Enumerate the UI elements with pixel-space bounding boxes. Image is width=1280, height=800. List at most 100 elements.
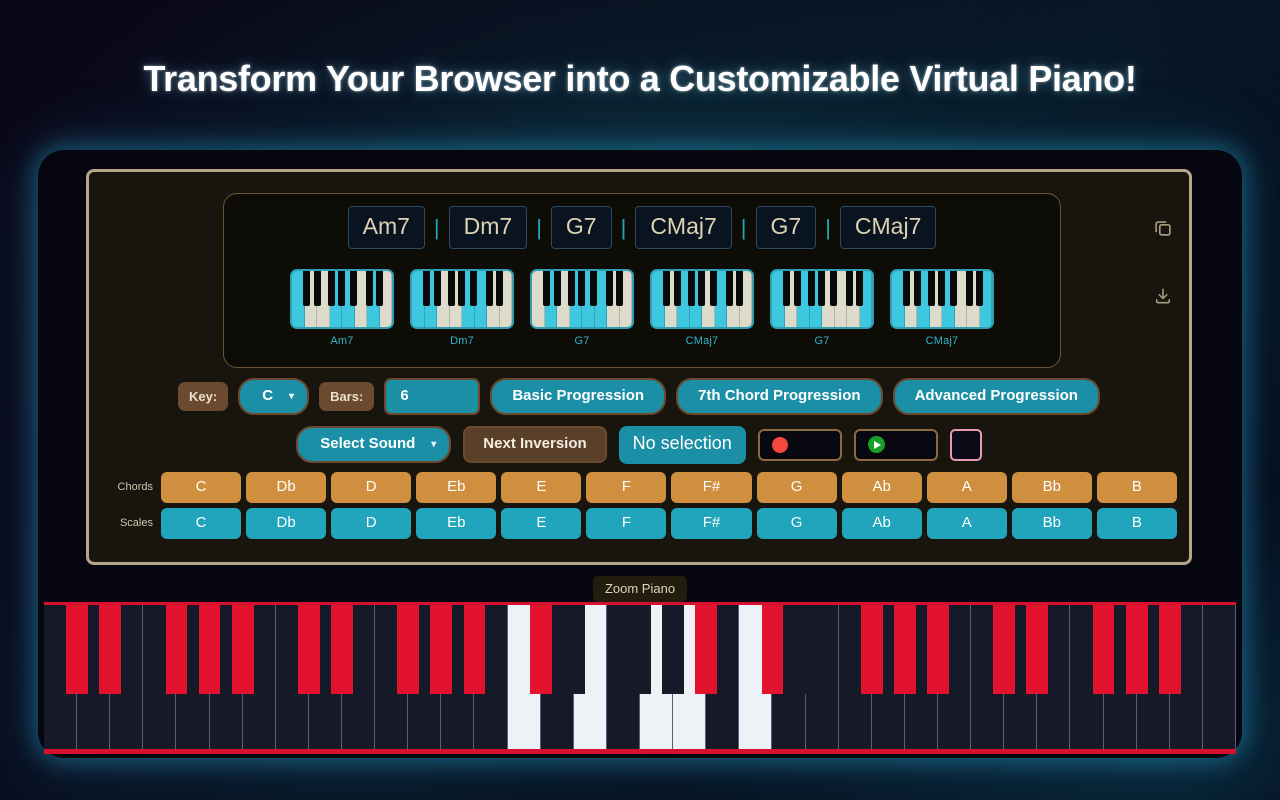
chords-note-button[interactable]: Bb — [1011, 472, 1092, 503]
chords-note-button[interactable]: A — [926, 472, 1007, 503]
chords-note-button[interactable]: F — [586, 472, 667, 503]
play-button[interactable] — [853, 428, 938, 461]
scales-note-button[interactable]: Db — [246, 508, 327, 539]
mini-black-key — [725, 271, 733, 306]
chords-row-label: Chords — [117, 481, 153, 493]
mini-black-key — [709, 271, 717, 306]
piano-black-key[interactable] — [562, 605, 585, 695]
zoom-piano-button[interactable]: Zoom Piano — [592, 576, 688, 602]
record-button[interactable] — [757, 428, 842, 461]
scales-note-button[interactable]: A — [926, 508, 1007, 539]
mini-keyboard-keys — [650, 269, 754, 329]
chords-note-button[interactable]: D — [331, 472, 412, 503]
chords-note-button[interactable]: Db — [246, 472, 327, 503]
piano-black-key[interactable] — [993, 605, 1016, 695]
scales-note-button[interactable]: F# — [671, 508, 752, 539]
chord-mini-keyboard[interactable]: CMaj7 — [890, 269, 994, 347]
chord-name[interactable]: G7 — [550, 206, 612, 249]
chord-name[interactable]: CMaj7 — [635, 206, 732, 249]
piano-white-key[interactable] — [1202, 605, 1236, 749]
scales-note-button[interactable]: Bb — [1011, 508, 1092, 539]
scales-note-button[interactable]: E — [501, 508, 582, 539]
piano-black-key[interactable] — [463, 605, 486, 695]
piano-black-key[interactable] — [1158, 605, 1181, 695]
piano-black-key[interactable] — [893, 605, 916, 695]
piano-black-key[interactable] — [695, 605, 718, 695]
piano-black-key[interactable] — [99, 605, 122, 695]
piano-black-key[interactable] — [297, 605, 320, 695]
chords-note-button[interactable]: C — [161, 472, 242, 503]
mini-black-key — [458, 271, 466, 306]
select-sound-dropdown[interactable]: Select Sound ▾ — [296, 426, 452, 464]
scales-note-button[interactable]: G — [756, 508, 837, 539]
scales-note-button[interactable]: C — [161, 508, 242, 539]
next-inversion-button[interactable]: Next Inversion — [463, 426, 607, 464]
chords-note-button[interactable]: G — [756, 472, 837, 503]
piano-black-key[interactable] — [761, 605, 784, 695]
chord-mini-keyboard[interactable]: Dm7 — [410, 269, 514, 347]
scales-note-button[interactable]: B — [1096, 508, 1177, 539]
piano-black-key[interactable] — [1092, 605, 1115, 695]
chord-mini-keyboard[interactable]: G7 — [770, 269, 874, 347]
chords-note-button[interactable]: F# — [671, 472, 752, 503]
piano-black-key[interactable] — [927, 605, 949, 695]
chord-mini-keyboard[interactable]: CMaj7 — [650, 269, 754, 347]
key-select[interactable]: C ▾ — [238, 378, 310, 415]
chord-mini-keyboard[interactable]: Am7 — [290, 269, 394, 347]
piano-black-key[interactable] — [397, 605, 420, 695]
main-piano-keyboard[interactable] — [44, 602, 1236, 754]
advanced-progression-button[interactable]: Advanced Progression — [892, 378, 1100, 415]
color-swatch[interactable] — [949, 428, 982, 461]
basic-progression-button[interactable]: Basic Progression — [490, 378, 667, 415]
download-icon[interactable] — [1153, 286, 1173, 311]
chord-separator: | — [433, 214, 440, 240]
mini-keyboard-label: CMaj7 — [925, 335, 959, 347]
chord-name[interactable]: G7 — [755, 206, 817, 249]
scales-note-button[interactable]: D — [331, 508, 412, 539]
mini-keyboard-keys — [530, 269, 634, 329]
chevron-down-icon: ▾ — [431, 438, 437, 450]
seventh-chord-progression-button[interactable]: 7th Chord Progression — [676, 378, 883, 415]
chord-separator: | — [620, 214, 627, 240]
mini-keyboard-label: Am7 — [330, 335, 354, 347]
piano-black-key[interactable] — [860, 605, 883, 695]
chords-note-button[interactable]: B — [1096, 472, 1177, 503]
select-sound-value: Select Sound — [320, 435, 416, 453]
mini-black-key — [567, 271, 575, 306]
progression-controls-row: Key: C ▾ Bars: 6 Basic Progression 7th C… — [89, 378, 1189, 415]
chord-name[interactable]: Dm7 — [448, 206, 528, 249]
mini-black-key — [349, 271, 357, 306]
piano-black-key[interactable] — [662, 605, 685, 695]
mini-keyboard-keys — [890, 269, 994, 329]
piano-black-key[interactable] — [331, 605, 353, 695]
bars-input[interactable]: 6 — [384, 378, 481, 415]
mini-black-key — [856, 271, 864, 306]
piano-black-key[interactable] — [231, 605, 254, 695]
scales-note-button[interactable]: F — [586, 508, 667, 539]
mini-black-key — [327, 271, 335, 306]
mini-black-key — [469, 271, 477, 306]
chord-name[interactable]: Am7 — [347, 206, 425, 249]
chord-name[interactable]: CMaj7 — [839, 206, 937, 249]
copy-icon[interactable] — [1152, 217, 1174, 244]
piano-black-key[interactable] — [529, 605, 552, 695]
piano-black-key[interactable] — [1125, 605, 1148, 695]
piano-black-key[interactable] — [794, 605, 817, 695]
mini-black-key — [793, 271, 801, 306]
scales-row-label: Scales — [119, 517, 153, 529]
piano-black-key[interactable] — [165, 605, 188, 695]
piano-black-key[interactable] — [629, 605, 651, 695]
app-window: Am7 | Dm7 | G7 | CMaj7 | G7 | CMaj7 Am7 Dm7 G7 CMaj7 G… — [38, 150, 1242, 758]
scales-note-button[interactable]: Eb — [416, 508, 497, 539]
piano-black-key[interactable] — [66, 605, 89, 695]
page-headline: Transform Your Browser into a Customizab… — [143, 58, 1137, 99]
chords-note-button[interactable]: Eb — [416, 472, 497, 503]
piano-black-key[interactable] — [198, 605, 221, 695]
chord-mini-keyboard[interactable]: G7 — [530, 269, 634, 347]
chords-note-button[interactable]: E — [501, 472, 582, 503]
mini-black-key — [807, 271, 815, 306]
chords-note-button[interactable]: Ab — [841, 472, 922, 503]
scales-note-button[interactable]: Ab — [841, 508, 922, 539]
piano-black-key[interactable] — [430, 605, 453, 695]
piano-black-key[interactable] — [1026, 605, 1049, 695]
